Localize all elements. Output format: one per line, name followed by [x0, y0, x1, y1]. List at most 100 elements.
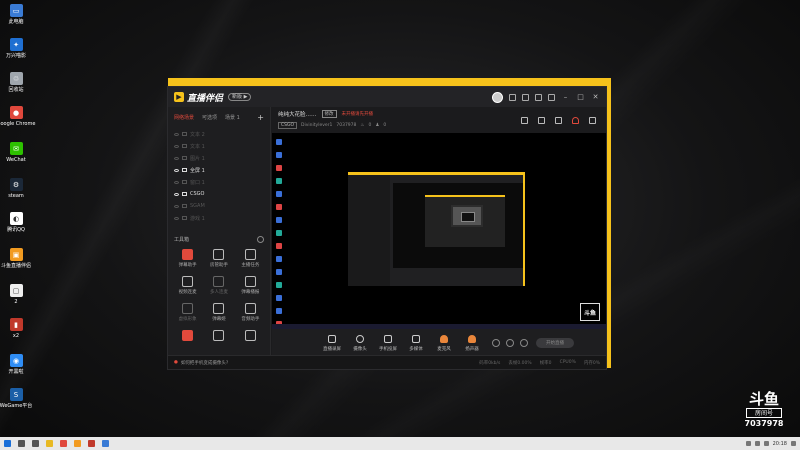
toolbox-item[interactable]: 弹幕姬	[203, 303, 234, 322]
toolbox-item[interactable]: 视频连麦	[172, 276, 203, 295]
add-scene-icon[interactable]: +	[257, 113, 264, 122]
desktop-icon[interactable]: ▢ 2	[2, 284, 30, 305]
desktop-icon[interactable]: ● Google Chrome	[0, 106, 35, 127]
tab-network-scene[interactable]: 网络场景	[174, 114, 194, 121]
maximize-icon[interactable]: □	[576, 93, 585, 101]
control-label: 麦克风	[437, 346, 451, 352]
alert-bell-icon[interactable]	[572, 117, 579, 124]
scene-item-label: CSGO	[190, 191, 205, 197]
lock-icon[interactable]	[538, 117, 545, 124]
visibility-eye-icon[interactable]	[174, 180, 179, 184]
desktop-icon[interactable]: ⚙ steam	[2, 178, 30, 199]
game-icon[interactable]	[88, 440, 95, 447]
toolbox-settings-icon[interactable]	[257, 236, 264, 243]
search-icon[interactable]	[18, 440, 25, 447]
desktop-icon[interactable]: ✦ 万兴喵影	[2, 38, 30, 59]
control-button[interactable]: 摄像头	[346, 334, 374, 352]
tab-options[interactable]: 可选项	[202, 114, 217, 121]
desktop-icon-label: 回收站	[8, 87, 24, 93]
control-button[interactable]: 扬声器	[458, 334, 486, 352]
start-live-button[interactable]: 开始直播	[536, 338, 574, 348]
tray-icon[interactable]	[754, 441, 760, 446]
scene-item[interactable]: 游戏 1	[174, 212, 264, 224]
toolbox-grid: 弹幕助手 房管助手 主播任务视频连麦 多人连麦 弹幕播报虚拟形象 弹幕姬 音频助手	[168, 247, 270, 345]
toolbox-item[interactable]: 多人连麦	[203, 276, 234, 295]
douyu-icon[interactable]	[74, 440, 81, 447]
toolbox-item[interactable]: 音频助手	[235, 303, 266, 322]
app-shortcut-icon: ▭	[9, 4, 23, 17]
desktop-icon[interactable]: ▮ x2	[2, 318, 30, 339]
toolbox-item[interactable]: 虚拟形象	[172, 303, 203, 322]
scene-item[interactable]: 文本 1	[174, 140, 264, 152]
desktop-icon[interactable]: ◉ 开黑啦	[2, 354, 30, 375]
visibility-eye-icon[interactable]	[174, 156, 179, 160]
visibility-eye-icon[interactable]	[174, 132, 179, 136]
title-bar[interactable]: ▶ 直播伴侣 新版 ▶ – □ ✕	[168, 87, 606, 107]
user-avatar[interactable]	[492, 91, 503, 103]
share-icon[interactable]	[589, 117, 596, 124]
app-logo-icon: ▶	[174, 92, 184, 102]
status-hint[interactable]: 如何把手机变成摄像头?	[181, 360, 228, 366]
message-icon[interactable]	[509, 93, 516, 101]
visibility-eye-icon[interactable]	[174, 204, 179, 208]
control-button[interactable]: 麦克风	[430, 334, 458, 352]
visibility-eye-icon[interactable]	[174, 168, 179, 172]
app-icon[interactable]	[102, 440, 109, 447]
trash-icon[interactable]	[521, 117, 528, 124]
desktop-icon[interactable]: ▭ 此电脑	[2, 4, 30, 25]
minimize-icon[interactable]: –	[561, 93, 570, 101]
visibility-eye-icon[interactable]	[174, 216, 179, 220]
chrome-icon[interactable]	[60, 440, 67, 447]
control-button[interactable]: 直播录屏	[318, 334, 346, 352]
toolbox-item[interactable]: 主播任务	[235, 249, 266, 268]
gift-icon[interactable]	[535, 93, 542, 101]
edit-room-button[interactable]: 修改	[321, 110, 337, 118]
notification-icon[interactable]	[791, 441, 796, 446]
control-button[interactable]: 多媒体	[402, 334, 430, 352]
layout-icon[interactable]	[555, 117, 562, 124]
stream-preview[interactable]: 斗鱼	[272, 133, 606, 329]
control-label: 摄像头	[353, 346, 367, 352]
screen-icon[interactable]	[522, 93, 529, 101]
version-badge[interactable]: 新版 ▶	[228, 93, 252, 101]
desktop-icon[interactable]: S WeGame平台	[0, 388, 32, 409]
task-view-icon[interactable]	[32, 440, 39, 447]
desktop-icon[interactable]: ♲ 回收站	[2, 72, 30, 93]
toolbox-item[interactable]: 弹幕播报	[235, 276, 266, 295]
visibility-eye-icon[interactable]	[174, 144, 179, 148]
toolbox-item[interactable]	[235, 330, 266, 343]
scene-item[interactable]: 文本 2	[174, 128, 264, 140]
toolbox-item[interactable]: 弹幕助手	[172, 249, 203, 268]
room-title[interactable]: 纯纯大花脸……	[278, 110, 317, 118]
tray-icon[interactable]	[745, 441, 751, 446]
mic-icon	[440, 334, 448, 343]
start-icon[interactable]	[4, 440, 11, 447]
taskbar-clock[interactable]: 20:18	[773, 441, 787, 447]
scene-item[interactable]: SGAM	[174, 200, 264, 212]
desktop-icon-label: Google Chrome	[0, 121, 36, 127]
toolbox-item[interactable]: 房管助手	[203, 249, 234, 268]
scene-item[interactable]: CSGO	[174, 188, 264, 200]
desktop-icon[interactable]: ◐ 腾讯QQ	[2, 212, 30, 233]
category-badge[interactable]: CSGO	[278, 122, 298, 129]
desktop-icon[interactable]: ✉ WeChat	[2, 142, 30, 163]
toolbox-title: 工具箱	[174, 237, 190, 243]
close-icon[interactable]: ✕	[591, 93, 600, 101]
scene-item-label: 全屏 1	[190, 167, 205, 174]
info-icon[interactable]	[506, 339, 514, 347]
tray-icon[interactable]	[763, 441, 769, 446]
visibility-eye-icon[interactable]	[174, 192, 179, 196]
camera-mini-icon[interactable]	[492, 339, 500, 347]
scene-item[interactable]: 全屏 1	[174, 164, 264, 176]
settings-icon[interactable]	[520, 339, 528, 347]
toolbox-item[interactable]	[203, 330, 234, 343]
settings-icon[interactable]	[548, 93, 555, 101]
explorer-icon[interactable]	[46, 440, 53, 447]
scene-item[interactable]: 窗口 1	[174, 176, 264, 188]
scene-item[interactable]: 图片 1	[174, 152, 264, 164]
desktop-icon[interactable]: ▣ 斗鱼直播伴侣	[1, 248, 31, 269]
control-button[interactable]: 手机投屏	[374, 334, 402, 352]
toolbox-item[interactable]	[172, 330, 203, 343]
tab-scene-1[interactable]: 场景 1	[225, 114, 240, 121]
tool-icon	[182, 330, 194, 341]
